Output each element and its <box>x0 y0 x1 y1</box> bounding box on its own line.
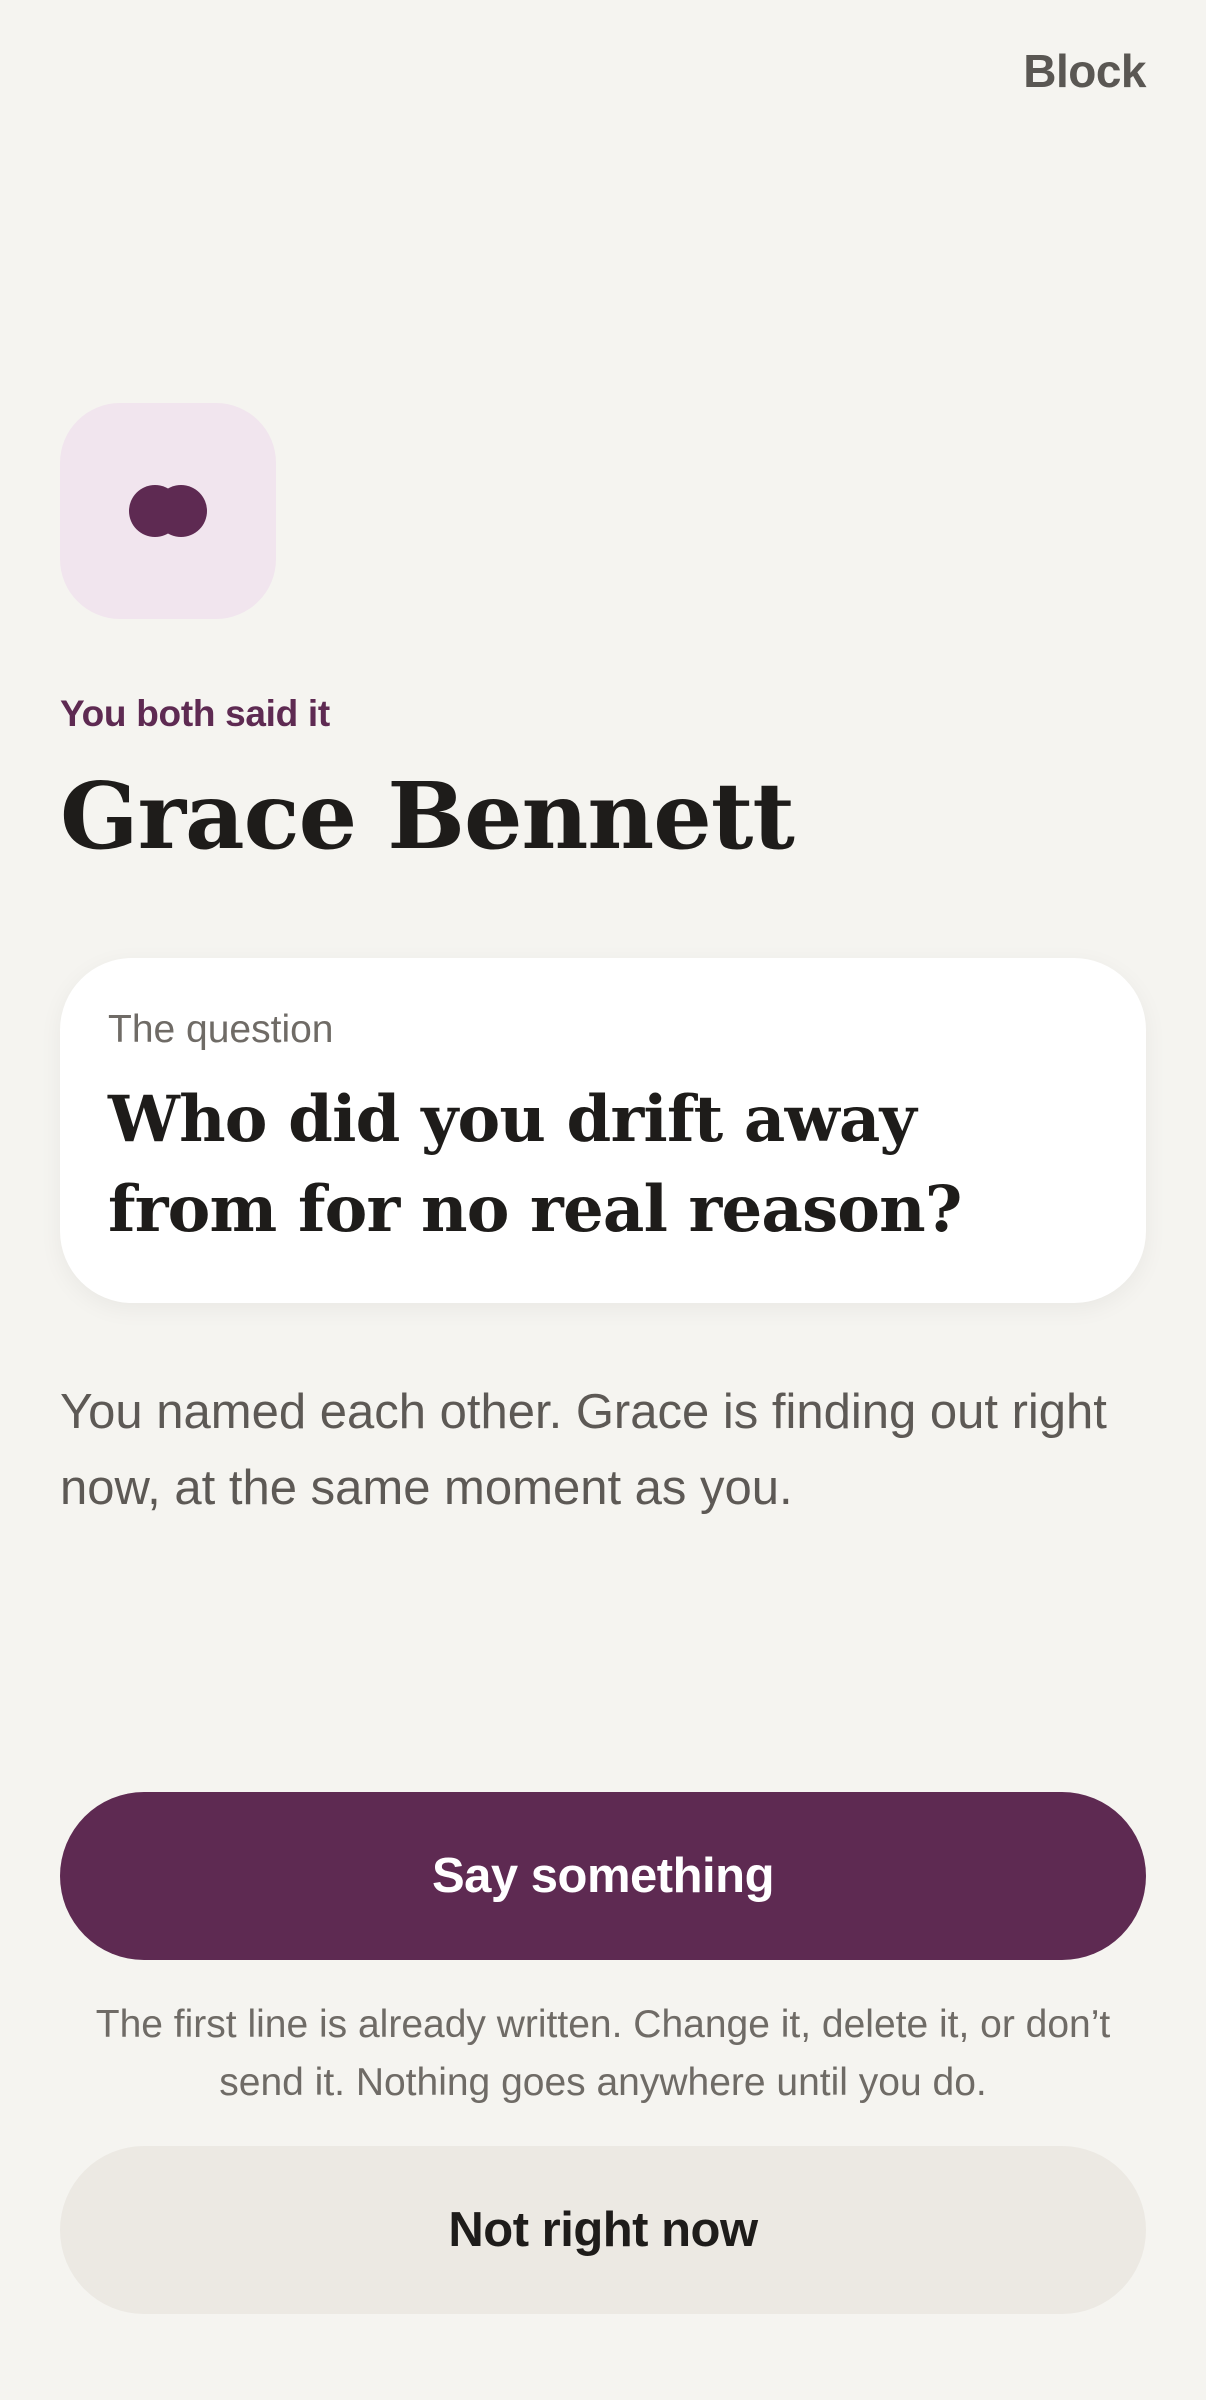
block-button[interactable]: Block <box>1023 44 1146 98</box>
say-something-button[interactable]: Say something <box>60 1792 1146 1960</box>
not-right-now-button[interactable]: Not right now <box>60 2146 1146 2314</box>
question-text: Who did you drift away from for no real … <box>108 1082 962 1247</box>
question-card: The question Who did you drift away from… <box>60 958 1146 1303</box>
match-explanation: You named each other. Grace is finding o… <box>60 1385 1107 1515</box>
two-circles-match-icon <box>129 485 207 537</box>
match-eyebrow: You both said it <box>60 693 330 734</box>
helper-text: The first line is already written. Chang… <box>95 2003 1111 2104</box>
match-icon-tile <box>60 403 276 619</box>
match-name: Grace Bennett <box>60 762 795 870</box>
question-label: The question <box>108 1008 334 1051</box>
